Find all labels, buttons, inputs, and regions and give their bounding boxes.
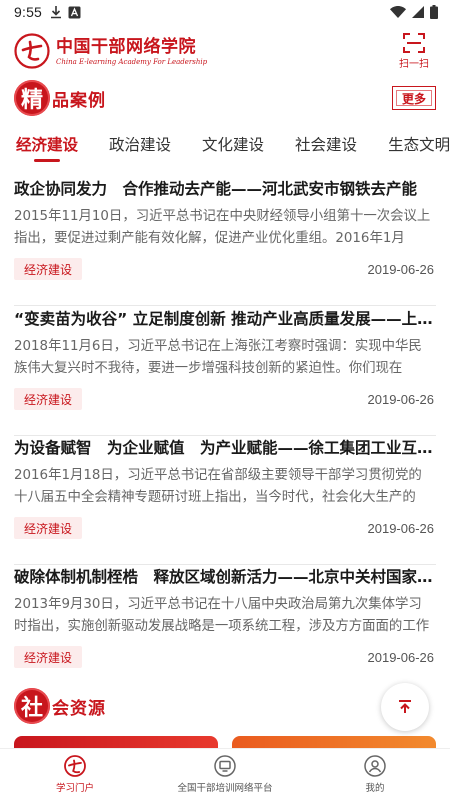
article-tag: 经济建设 <box>14 646 83 668</box>
status-time: 9:55 <box>14 4 43 20</box>
tab-ecological[interactable]: 生态文明 <box>388 122 450 166</box>
article-summary: 2015年11月10日，习近平总书记在中央财经领导小组第十一次会议上指出，要促进… <box>14 209 431 246</box>
monitor-icon <box>214 755 236 777</box>
article-item[interactable]: 政企协同发力 合作推动去产能——河北武安市钢铁去产能 2015年11月10日，习… <box>14 178 436 306</box>
article-tag: 经济建设 <box>14 517 83 539</box>
app-title: 中国干部网络学院 <box>56 36 196 57</box>
category-tabs: 经济建设 政治建设 文化建设 社会建设 生态文明 <box>0 122 450 166</box>
scan-label: 扫一扫 <box>399 58 429 70</box>
article-date: 2019-06-26 <box>367 520 435 536</box>
app-header: 中国干部网络学院 China E-learning Academy For Le… <box>0 24 450 78</box>
article-item[interactable]: 破除体制机制桎梏 释放区域创新活力——北京中关村国家自主 2013年9月30日，… <box>14 566 436 694</box>
article-date: 2019-06-26 <box>367 649 435 665</box>
scan-icon <box>403 32 425 53</box>
nav-learning-portal[interactable]: 学习门户 <box>0 749 150 800</box>
article-date: 2019-06-26 <box>367 391 435 407</box>
download-icon <box>51 6 62 19</box>
social-resources-heading: 社 会资源 <box>14 686 106 726</box>
academy-logo-icon[interactable] <box>14 33 50 69</box>
system-icons <box>390 5 438 19</box>
resource-card[interactable] <box>232 736 436 748</box>
more-button[interactable]: 更多 <box>392 86 436 110</box>
signal-icon <box>412 6 424 18</box>
nav-mine[interactable]: 我的 <box>300 749 450 800</box>
portal-icon <box>64 755 86 777</box>
wifi-icon <box>390 6 406 18</box>
social-seal: 社 <box>14 688 50 724</box>
back-to-top-button[interactable] <box>381 683 429 731</box>
article-title: 政企协同发力 合作推动去产能——河北武安市钢铁去产能 <box>14 180 418 198</box>
article-date: 2019-06-26 <box>367 261 435 277</box>
a-badge-icon <box>68 6 81 18</box>
tab-political[interactable]: 政治建设 <box>109 122 171 166</box>
tab-cultural[interactable]: 文化建设 <box>202 122 264 166</box>
article-summary: 2018年11月6日，习近平总书记在上海张江考察时强调：实现中华民族伟大复兴时不… <box>14 339 422 376</box>
status-bar: 9:55 <box>0 0 450 24</box>
article-item[interactable]: “变卖苗为收谷” 立足制度创新 推动产业高质量发展——上海张江 2018年11月… <box>14 308 436 436</box>
article-item[interactable]: 为设备赋智 为企业赋值 为产业赋能——徐工集团工业互联网 2016年1月18日，… <box>14 437 436 565</box>
article-summary: 2016年1月18日，习近平总书记在省部级主要领导干部学习贯彻党的十八届五中全会… <box>14 468 422 505</box>
article-title: 为设备赋智 为企业赋值 为产业赋能——徐工集团工业互联网 <box>14 439 436 457</box>
brand: 中国干部网络学院 China E-learning Academy For Le… <box>56 37 207 66</box>
article-summary: 2013年9月30日，习近平总书记在十八届中央政治局第九次集体学习时指出，实施创… <box>14 597 430 634</box>
tab-economic[interactable]: 经济建设 <box>16 122 78 166</box>
battery-icon <box>430 5 438 19</box>
resource-cards <box>14 736 436 748</box>
scan-button[interactable]: 扫一扫 <box>392 32 436 70</box>
nav-label: 全国干部培训网络平台 <box>177 783 273 794</box>
resource-card[interactable] <box>14 736 218 748</box>
featured-seal: 精 <box>14 80 50 116</box>
tab-social[interactable]: 社会建设 <box>295 122 357 166</box>
notification-icons <box>50 5 81 19</box>
arrow-up-icon <box>399 700 411 713</box>
app-subtitle: China E-learning Academy For Leadership <box>56 57 208 66</box>
featured-title: 品案例 <box>52 90 106 111</box>
article-tag: 经济建设 <box>14 388 83 410</box>
social-title: 会资源 <box>52 698 106 719</box>
nav-label: 学习门户 <box>55 783 94 794</box>
article-title: “变卖苗为收谷” 立足制度创新 推动产业高质量发展——上海张江 <box>14 310 436 328</box>
article-title: 破除体制机制桎梏 释放区域创新活力——北京中关村国家自主 <box>14 568 436 586</box>
article-tag: 经济建设 <box>14 258 83 280</box>
user-icon <box>364 755 386 777</box>
bottom-nav: 学习门户 全国干部培训网络平台 我的 <box>0 748 450 800</box>
featured-cases-heading: 精 品案例 <box>14 78 106 118</box>
nav-training-platform[interactable]: 全国干部培训网络平台 <box>150 749 300 800</box>
nav-label: 我的 <box>365 783 385 794</box>
